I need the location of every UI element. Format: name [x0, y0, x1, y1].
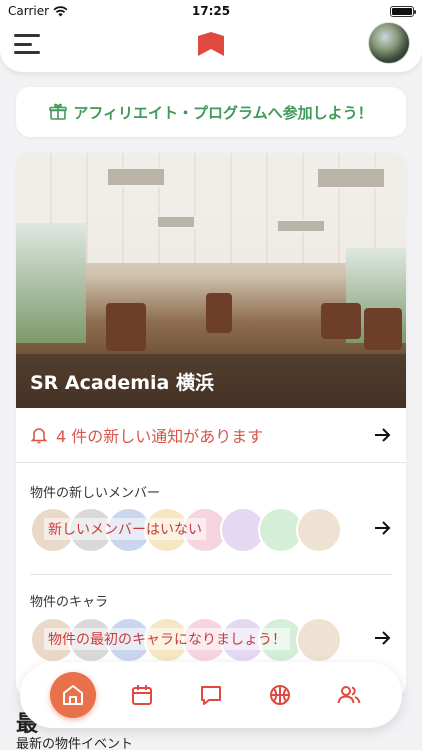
- chat-icon: [200, 686, 221, 705]
- bookmark-logo-icon[interactable]: [196, 32, 226, 56]
- battery-icon: [390, 5, 416, 17]
- basketball-icon: [270, 685, 291, 705]
- calendar-icon: [131, 685, 152, 705]
- gift-icon: [49, 103, 68, 120]
- property-photo[interactable]: SR Academia 横浜: [16, 153, 406, 408]
- property-card: SR Academia 横浜 4 件の新しい通知があります 物件の新しいメンバー…: [16, 153, 406, 698]
- affiliate-label: アフィリエイト・プログラムへ参加しよう！: [73, 103, 373, 122]
- wifi-icon: [53, 5, 68, 16]
- carrier-label: Carrier: [8, 4, 50, 18]
- nav-home[interactable]: [49, 672, 96, 718]
- bell-icon: [30, 428, 48, 444]
- members-row[interactable]: 新しいメンバーはいない: [30, 505, 392, 555]
- bottom-nav: [20, 662, 402, 728]
- affiliate-banner[interactable]: アフィリエイト・プログラムへ参加しよう！: [16, 87, 406, 137]
- arrow-right-icon: [375, 521, 391, 535]
- nav-basketball[interactable]: [257, 672, 303, 718]
- character-placeholders: 物件の最初のキャラになりましょう！: [30, 617, 350, 663]
- arrow-right-icon: [375, 428, 391, 442]
- characters-empty-text: 物件の最初のキャラになりましょう！: [44, 628, 290, 650]
- latest-subheading: 最新の物件イベント: [16, 737, 134, 750]
- people-icon: [337, 686, 361, 704]
- member-placeholders: 新しいメンバーはいない: [30, 507, 350, 553]
- nav-people[interactable]: [326, 672, 372, 718]
- members-label: 物件の新しいメンバー: [30, 486, 161, 501]
- status-left: Carrier: [8, 4, 68, 18]
- arrow-right-icon: [375, 631, 391, 645]
- home-icon: [62, 685, 83, 705]
- user-avatar[interactable]: [368, 22, 410, 64]
- notifications-row[interactable]: 4 件の新しい通知があります: [16, 408, 406, 463]
- hamburger-menu-icon[interactable]: [14, 34, 40, 54]
- characters-label: 物件のキャラ: [30, 595, 109, 610]
- members-empty-text: 新しいメンバーはいない: [44, 518, 206, 540]
- characters-row[interactable]: 物件の最初のキャラになりましょう！: [30, 615, 392, 665]
- nav-calendar[interactable]: [119, 672, 165, 718]
- status-bar: Carrier 17:25: [0, 0, 422, 22]
- divider: [30, 574, 392, 575]
- notifications-text: 4 件の新しい通知があります: [56, 427, 264, 446]
- property-name: SR Academia 横浜: [16, 354, 406, 408]
- nav-chat[interactable]: [188, 672, 234, 718]
